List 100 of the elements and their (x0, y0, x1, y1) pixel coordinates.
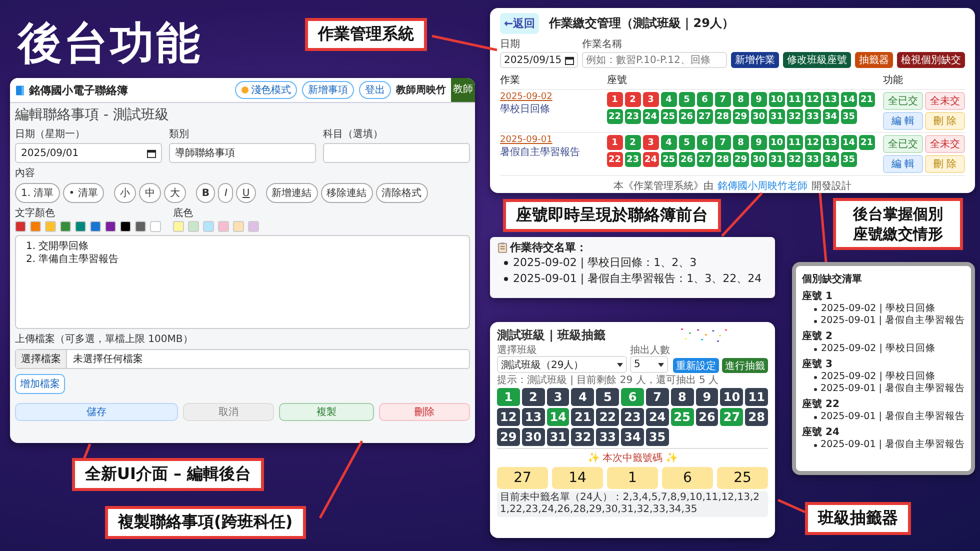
seat-button[interactable]: 12 (804, 135, 821, 150)
seat-button[interactable]: 31 (768, 109, 785, 124)
seat-button[interactable]: 9 (750, 135, 767, 150)
seat-tile[interactable]: 33 (596, 428, 620, 446)
color-swatch[interactable] (75, 221, 86, 232)
row-action-button[interactable]: 全已交 (883, 92, 924, 110)
seat-button[interactable]: 32 (786, 152, 803, 167)
seat-tile[interactable]: 32 (571, 428, 594, 446)
seat-button[interactable]: 10 (768, 92, 785, 107)
seat-button[interactable]: 28 (714, 152, 731, 167)
color-swatch[interactable] (120, 221, 131, 232)
format-button[interactable]: 1. 清單 (15, 183, 60, 203)
seat-button[interactable]: 22 (606, 152, 623, 167)
header-button[interactable]: 登出 (359, 81, 391, 99)
color-swatch[interactable] (173, 221, 184, 232)
format-button[interactable]: 大 (164, 183, 186, 203)
seat-tile[interactable]: 1 (497, 388, 520, 406)
seat-button[interactable]: 3 (642, 135, 659, 150)
seat-tile[interactable]: 5 (596, 388, 620, 406)
color-swatch[interactable] (150, 221, 161, 232)
row-action-button[interactable]: 全已交 (883, 135, 924, 153)
seat-button[interactable]: 7 (714, 135, 731, 150)
seat-button[interactable]: 1 (606, 92, 623, 107)
class-select[interactable]: 測試班級（29人） (497, 356, 627, 373)
seat-button[interactable]: 2 (624, 92, 641, 107)
seat-tile[interactable]: 31 (546, 428, 570, 446)
row-action-button[interactable]: 全未交 (925, 135, 965, 153)
format-button[interactable]: B (196, 183, 216, 203)
seat-button[interactable]: 35 (840, 109, 857, 124)
count-select[interactable]: 5 (630, 356, 668, 373)
seat-tile[interactable]: 23 (621, 408, 644, 426)
seat-button[interactable]: 24 (642, 152, 659, 167)
seat-tile[interactable]: 29 (497, 428, 520, 446)
input-field[interactable]: 2025/09/01 (15, 143, 162, 163)
seat-button[interactable]: 5 (678, 135, 695, 150)
seat-button[interactable]: 6 (696, 92, 713, 107)
seat-button[interactable]: 30 (750, 109, 767, 124)
color-swatch[interactable] (233, 221, 244, 232)
seat-button[interactable]: 30 (750, 152, 767, 167)
input-field[interactable]: 例如：數習P.10-P.12、回條 (582, 52, 727, 68)
seat-tile[interactable]: 7 (646, 388, 669, 406)
color-swatch[interactable] (105, 221, 116, 232)
seat-tile[interactable]: 27 (720, 408, 744, 426)
color-swatch[interactable] (30, 221, 41, 232)
seat-tile[interactable]: 30 (522, 428, 545, 446)
header-button[interactable]: 新增事項 (302, 81, 354, 99)
seat-button[interactable]: 9 (750, 92, 767, 107)
format-button[interactable]: 小 (114, 183, 136, 203)
color-swatch[interactable] (60, 221, 71, 232)
lottery-button[interactable]: 重新設定 (673, 358, 719, 373)
format-button[interactable]: U (236, 183, 256, 203)
seat-tile[interactable]: 10 (720, 388, 744, 406)
seat-tile[interactable]: 6 (621, 388, 644, 406)
seat-tile[interactable]: 11 (745, 388, 768, 406)
toolbar-button[interactable]: 檢視個別缺交 (897, 52, 965, 68)
seat-tile[interactable]: 34 (621, 428, 644, 446)
color-swatch[interactable] (248, 221, 259, 232)
seat-button[interactable]: 29 (732, 152, 749, 167)
seat-button[interactable]: 34 (822, 152, 839, 167)
toolbar-button[interactable]: 新增作業 (731, 52, 779, 68)
seat-button[interactable]: 21 (858, 92, 875, 107)
format-button[interactable]: 新增連結 (266, 183, 318, 203)
seat-button[interactable]: 27 (696, 109, 713, 124)
add-file-button[interactable]: 增加檔案 (15, 374, 65, 394)
seat-button[interactable]: 2 (624, 135, 641, 150)
seat-button[interactable]: 33 (804, 152, 821, 167)
back-button[interactable]: ←返回 (500, 13, 540, 34)
action-button[interactable]: 取消 (183, 403, 274, 421)
file-field[interactable]: 選擇檔案 未選擇任何檔案 (15, 349, 470, 369)
seat-button[interactable]: 14 (840, 135, 857, 150)
color-swatch[interactable] (15, 221, 26, 232)
action-button[interactable]: 儲存 (15, 403, 178, 421)
header-button[interactable]: 淺色模式 (235, 81, 297, 99)
seat-tile[interactable]: 2 (522, 388, 545, 406)
input-field[interactable] (323, 143, 470, 163)
input-field[interactable]: 導師聯絡事項 (169, 143, 316, 163)
seat-button[interactable]: 28 (714, 109, 731, 124)
seat-tile[interactable]: 24 (646, 408, 669, 426)
action-button[interactable]: 刪除 (379, 403, 470, 421)
seat-tile[interactable]: 8 (670, 388, 694, 406)
seat-tile[interactable]: 9 (696, 388, 718, 406)
format-button[interactable]: I (218, 183, 234, 203)
seat-button[interactable]: 25 (660, 109, 677, 124)
color-swatch[interactable] (90, 221, 101, 232)
color-swatch[interactable] (188, 221, 199, 232)
seat-button[interactable]: 25 (660, 152, 677, 167)
seat-tile[interactable]: 12 (497, 408, 520, 426)
seat-button[interactable]: 6 (696, 135, 713, 150)
seat-button[interactable]: 27 (696, 152, 713, 167)
toolbar-button[interactable]: 修改班級座號 (783, 52, 851, 68)
seat-button[interactable]: 13 (822, 135, 839, 150)
row-action-button[interactable]: 全未交 (925, 92, 965, 110)
seat-tile[interactable]: 21 (571, 408, 594, 426)
format-button[interactable]: 中 (138, 183, 161, 203)
row-action-button[interactable]: 編 輯 (883, 112, 924, 130)
row-action-button[interactable]: 刪 除 (925, 155, 965, 173)
seat-tile[interactable]: 3 (546, 388, 570, 406)
seat-button[interactable]: 22 (606, 109, 623, 124)
seat-button[interactable]: 5 (678, 92, 695, 107)
format-button[interactable]: • 清單 (62, 183, 104, 203)
